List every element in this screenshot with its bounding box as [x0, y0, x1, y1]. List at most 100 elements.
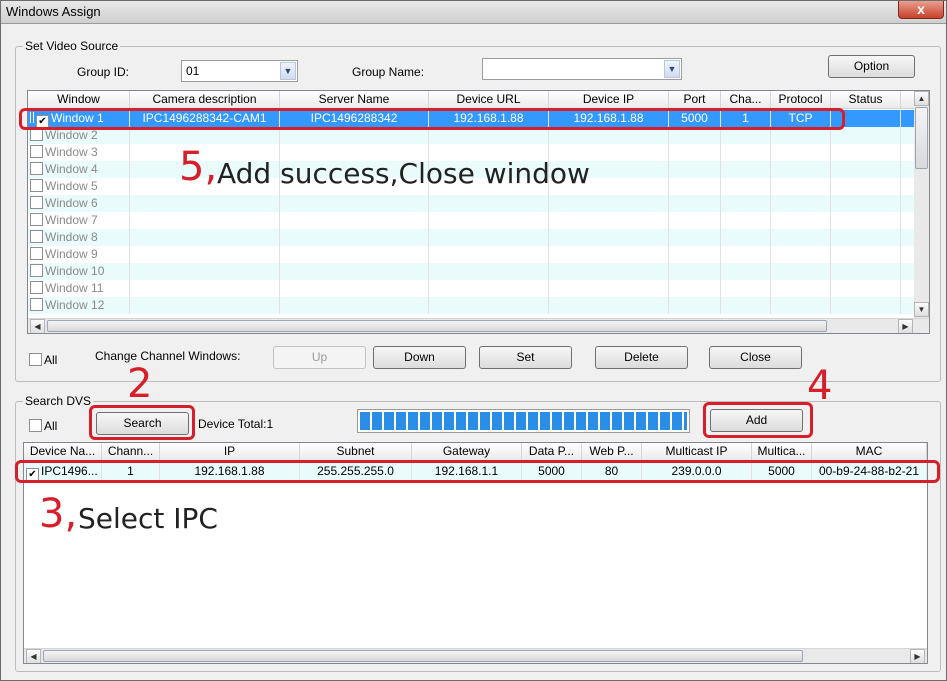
scroll-up-icon[interactable]: ▲ — [914, 91, 929, 106]
option-button[interactable]: Option — [828, 55, 915, 78]
annotation-box-search — [89, 405, 195, 440]
window-cell[interactable]: Window 3 — [28, 144, 130, 161]
scroll-thumb[interactable] — [43, 650, 803, 662]
column-header[interactable]: Server Name — [280, 91, 429, 109]
table-cell — [771, 195, 831, 212]
window-list-vscroll[interactable]: ▲ ▼ — [914, 91, 929, 318]
table-cell — [280, 280, 429, 297]
table-row[interactable]: Window 11 — [28, 280, 914, 297]
table-cell — [669, 161, 721, 178]
column-header[interactable]: Window — [28, 91, 130, 109]
window-list-header: Window Camera description Server Name Devic… — [28, 91, 914, 109]
column-header[interactable]: Cha... — [721, 91, 771, 109]
table-cell — [721, 246, 771, 263]
scroll-down-icon[interactable]: ▼ — [914, 302, 929, 317]
column-header[interactable]: Gateway — [412, 443, 522, 461]
window-cell[interactable]: Window 4 — [28, 161, 130, 178]
scroll-right-icon[interactable]: ▶ — [910, 649, 925, 663]
checkbox[interactable] — [30, 179, 43, 192]
checkbox[interactable] — [30, 196, 43, 209]
table-cell — [831, 229, 901, 246]
checkbox-box[interactable] — [29, 419, 42, 432]
close-window-icon[interactable]: x — [898, 1, 944, 19]
checkbox[interactable] — [30, 213, 43, 226]
table-row[interactable]: Window 6 — [28, 195, 914, 212]
table-row[interactable]: Window 12 — [28, 297, 914, 314]
checkbox[interactable] — [30, 145, 43, 158]
window-cell[interactable]: Window 7 — [28, 212, 130, 229]
table-cell — [549, 229, 669, 246]
all-devices-checkbox[interactable]: All — [29, 419, 57, 433]
table-cell — [130, 246, 280, 263]
column-header[interactable]: IP — [160, 443, 300, 461]
all-windows-checkbox[interactable]: All — [29, 353, 57, 367]
change-channel-label: Change Channel Windows: — [95, 349, 241, 363]
column-header[interactable]: Protocol — [771, 91, 831, 109]
column-header[interactable]: Camera description — [130, 91, 280, 109]
column-header[interactable]: Data P... — [522, 443, 582, 461]
table-cell — [721, 280, 771, 297]
checkbox[interactable] — [30, 264, 43, 277]
scroll-thumb[interactable] — [47, 320, 827, 332]
group-id-value: 01 — [186, 64, 200, 78]
checkbox[interactable] — [30, 162, 43, 175]
set-button[interactable]: Set — [479, 346, 572, 369]
window-cell[interactable]: Window 10 — [28, 263, 130, 280]
column-header[interactable]: Device Na... — [24, 443, 102, 461]
table-cell — [280, 297, 429, 314]
column-header[interactable]: Chann... — [102, 443, 160, 461]
checkbox[interactable] — [30, 298, 43, 311]
window-label: Window 2 — [45, 128, 98, 142]
table-cell — [429, 280, 549, 297]
group-id-select[interactable]: 01 ▼ — [181, 60, 298, 82]
window-cell[interactable]: Window 11 — [28, 280, 130, 297]
chevron-down-icon[interactable]: ▼ — [280, 62, 296, 80]
window-cell[interactable]: Window 6 — [28, 195, 130, 212]
column-header[interactable]: Web P... — [582, 443, 642, 461]
scroll-left-icon[interactable]: ◀ — [30, 319, 45, 333]
window-cell[interactable]: Window 12 — [28, 297, 130, 314]
window-list-hscroll[interactable]: ◀ ▶ — [28, 318, 929, 333]
table-row[interactable]: Window 9 — [28, 246, 914, 263]
column-header[interactable]: MAC — [812, 443, 927, 461]
column-header[interactable]: Multicast IP — [642, 443, 752, 461]
annotation-step5-text: Add success,Close window — [217, 157, 590, 190]
scroll-thumb[interactable] — [915, 107, 928, 169]
table-cell — [771, 246, 831, 263]
table-cell — [549, 246, 669, 263]
table-cell — [669, 229, 721, 246]
checkbox-box[interactable] — [29, 353, 42, 366]
group-name-select[interactable]: ▼ — [482, 58, 682, 80]
windows-assign-dialog: Windows Assign x Set Video Source Group … — [0, 0, 947, 681]
table-cell — [831, 127, 901, 144]
scroll-right-icon[interactable]: ▶ — [898, 319, 913, 333]
window-cell[interactable]: Window 8 — [28, 229, 130, 246]
window-label: Window 8 — [45, 230, 98, 244]
column-header[interactable]: Device IP — [549, 91, 669, 109]
down-button[interactable]: Down — [373, 346, 466, 369]
column-header[interactable]: Subnet — [300, 443, 412, 461]
window-cell[interactable]: Window 5 — [28, 178, 130, 195]
window-cell[interactable]: Window 9 — [28, 246, 130, 263]
scroll-left-icon[interactable]: ◀ — [26, 649, 41, 663]
table-row[interactable]: Window 7 — [28, 212, 914, 229]
column-header[interactable]: Port — [669, 91, 721, 109]
checkbox[interactable] — [30, 247, 43, 260]
chevron-down-icon[interactable]: ▼ — [664, 60, 680, 78]
all-label: All — [44, 353, 58, 367]
checkbox[interactable] — [30, 281, 43, 294]
table-cell — [831, 178, 901, 195]
column-header[interactable]: Multica... — [752, 443, 812, 461]
device-list-hscroll[interactable]: ◀ ▶ — [24, 648, 927, 663]
column-header[interactable]: Device URL — [429, 91, 549, 109]
checkbox[interactable] — [30, 230, 43, 243]
close-button[interactable]: Close — [709, 346, 802, 369]
table-cell — [429, 212, 549, 229]
delete-button[interactable]: Delete — [595, 346, 688, 369]
table-row[interactable]: Window 10 — [28, 263, 914, 280]
search-progress-fill — [360, 412, 687, 430]
up-button[interactable]: Up — [273, 346, 366, 369]
table-cell — [429, 195, 549, 212]
table-row[interactable]: Window 8 — [28, 229, 914, 246]
column-header[interactable]: Status — [831, 91, 901, 109]
